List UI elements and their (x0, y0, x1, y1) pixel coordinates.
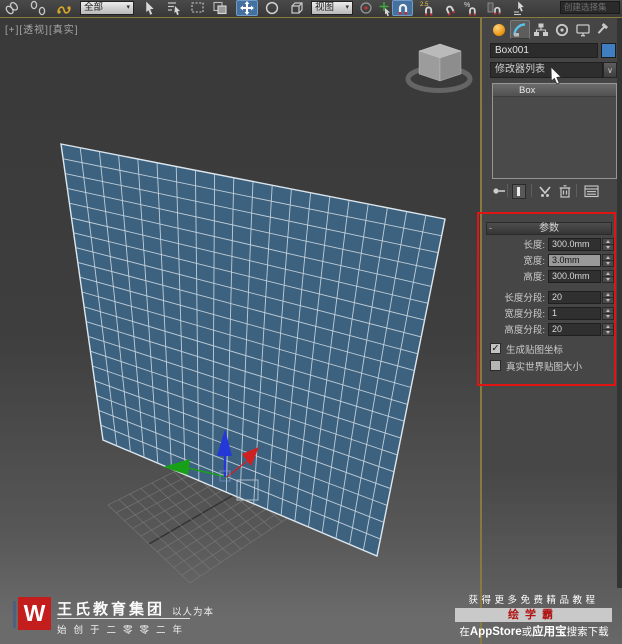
select-link-icon[interactable] (2, 0, 22, 16)
selection-region-icon[interactable] (188, 0, 208, 16)
viewport-label[interactable]: [+][透视][真实] (5, 21, 79, 36)
use-pivot-center-icon[interactable] (356, 0, 376, 16)
configure-modifier-sets-icon[interactable] (581, 183, 601, 199)
tab-hierarchy[interactable] (531, 20, 551, 39)
select-move-button[interactable] (236, 0, 258, 16)
tab-motion[interactable] (552, 20, 572, 39)
brand-since: 始创于二零零二年 (57, 625, 190, 636)
separator (507, 184, 508, 197)
command-panel-tabs (489, 20, 614, 39)
object-name-field[interactable]: Box001 (490, 43, 598, 58)
viewport-active-border (0, 17, 622, 18)
viewcube[interactable] (405, 43, 473, 93)
tab-utilities[interactable] (594, 20, 614, 39)
promo-line: 获得更多免费精品教程 (468, 595, 599, 606)
appstore-label: AppStore (469, 626, 522, 638)
select-manipulate-icon[interactable] (374, 0, 394, 16)
remove-modifier-icon[interactable] (556, 183, 573, 199)
snap-25d-icon[interactable]: 2.5 (418, 0, 438, 16)
percent-snap-icon[interactable]: % (462, 0, 482, 16)
select-scale-button[interactable] (287, 0, 307, 16)
logo-accent-strip (13, 601, 16, 628)
brand-divider (57, 618, 190, 619)
utilities-icon (597, 22, 609, 34)
modifier-list-chevron-button[interactable]: ∨ (603, 62, 617, 78)
modify-icon (513, 22, 526, 36)
tab-display[interactable] (573, 20, 593, 39)
chevron-down-icon: ∨ (607, 65, 613, 75)
chevron-down-icon: ▾ (345, 4, 349, 11)
box-object[interactable] (60, 143, 446, 557)
download-hint: 在AppStore或应用宝搜索下载 (459, 626, 609, 638)
selection-filter-dropdown[interactable]: 全部 ▾ (80, 1, 134, 15)
mouse-cursor (550, 66, 562, 85)
panel-scroll-strip[interactable] (617, 18, 622, 588)
brand-logo: W (18, 597, 51, 630)
chevron-down-icon: ▾ (126, 4, 130, 11)
select-rotate-button[interactable] (262, 0, 282, 16)
make-unique-icon[interactable] (536, 183, 553, 199)
named-selection-set-field[interactable]: 创建选择集 (560, 1, 620, 14)
create-icon (493, 23, 505, 36)
3dsmax-window: 全部 ▾ 视图 ▾ 2.5 % 创建选择集 [+][透视][真实] Box001… (0, 0, 622, 644)
object-name-row: Box001 (490, 43, 616, 58)
unlink-icon[interactable] (28, 0, 48, 16)
main-toolbar: 全部 ▾ 视图 ▾ 2.5 % 创建选择集 (0, 0, 622, 17)
object-color-swatch[interactable] (601, 43, 616, 58)
hierarchy-icon (534, 23, 548, 36)
spinner-snap-icon[interactable] (484, 0, 504, 16)
tab-modify[interactable] (510, 20, 530, 39)
snap-toggle-button[interactable] (392, 0, 413, 16)
pin-stack-icon[interactable] (490, 183, 507, 199)
select-by-name-icon[interactable] (164, 0, 184, 16)
separator (531, 184, 532, 197)
display-icon (576, 23, 590, 36)
select-object-icon[interactable] (140, 0, 160, 16)
reference-coordinate-dropdown[interactable]: 视图 ▾ (311, 1, 353, 15)
modifier-list-dropdown[interactable]: 修改器列表 (490, 62, 603, 78)
red-highlight-rectangle (477, 212, 616, 386)
yingyongbao-label: 应用宝 (532, 626, 567, 638)
separator (576, 184, 577, 197)
brand-slogan: 以人为本 (172, 607, 215, 618)
promo-app-name: 绘学霸 (455, 608, 612, 622)
modifier-stack[interactable]: Box (492, 83, 617, 179)
brand-name: 王氏教育集团 (57, 601, 166, 618)
svg-text:%: % (464, 2, 470, 9)
window-crossing-icon[interactable] (210, 0, 230, 16)
show-end-result-button[interactable] (510, 183, 527, 199)
angle-snap-icon[interactable] (440, 0, 460, 16)
perspective-viewport[interactable]: [+][透视][真实] (0, 18, 480, 644)
bind-spacewarp-icon[interactable] (54, 0, 74, 16)
tab-create[interactable] (489, 20, 509, 39)
edit-named-selection-sets-icon[interactable] (510, 0, 530, 16)
motion-icon (555, 23, 569, 36)
modifier-stack-toolbar (482, 182, 622, 200)
